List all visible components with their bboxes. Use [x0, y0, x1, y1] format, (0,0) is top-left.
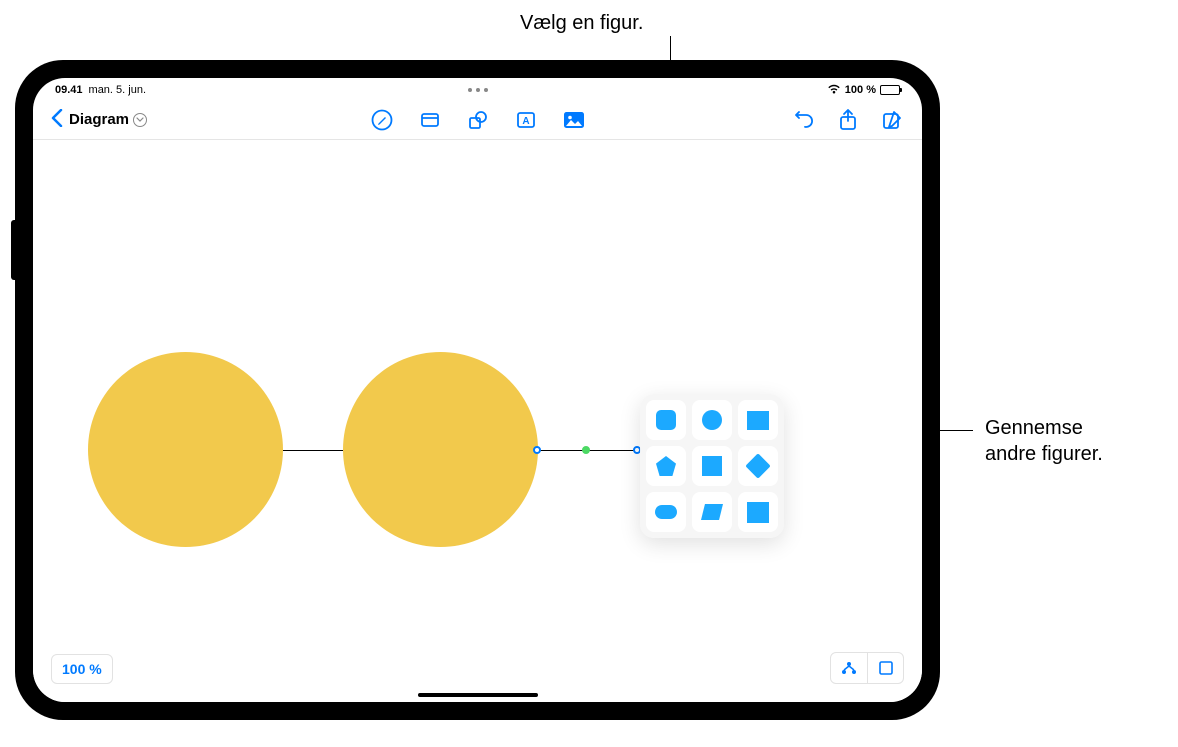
zoom-level-button[interactable]: 100 %	[51, 654, 113, 684]
canvas-shape-circle-2[interactable]	[343, 352, 538, 547]
image-tool-icon[interactable]	[562, 108, 586, 132]
connector-mid-handle[interactable]	[582, 446, 590, 454]
document-menu-chevron-icon[interactable]	[133, 113, 147, 127]
right-tools	[792, 108, 904, 132]
top-toolbar: Diagram A	[33, 100, 922, 140]
status-battery-pct: 100 %	[845, 84, 876, 96]
navigator-icon[interactable]	[831, 653, 867, 683]
home-indicator[interactable]	[418, 693, 538, 697]
shape-option-rounded-square[interactable]	[646, 400, 686, 440]
canvas[interactable]: ••• 100 %	[33, 140, 922, 702]
note-tool-icon[interactable]	[418, 108, 442, 132]
shape-option-triangle[interactable]	[738, 400, 778, 440]
share-icon[interactable]	[836, 108, 860, 132]
battery-icon	[880, 85, 900, 95]
callout-browse-shapes: Gennemse andre figurer.	[985, 415, 1103, 467]
wifi-icon	[827, 83, 841, 97]
status-date: man. 5. jun.	[89, 84, 146, 96]
svg-text:A: A	[522, 116, 529, 127]
shape-option-square[interactable]	[692, 446, 732, 486]
textbox-tool-icon[interactable]: A	[514, 108, 538, 132]
callout-right-line1: Gennemse	[985, 417, 1083, 439]
connector-line-1[interactable]	[283, 450, 343, 451]
document-title[interactable]: Diagram	[69, 111, 129, 128]
status-time: 09.41	[55, 84, 83, 96]
undo-icon[interactable]	[792, 108, 816, 132]
shape-option-pill[interactable]	[646, 492, 686, 532]
shape-tool-icon[interactable]	[466, 108, 490, 132]
callout-right-line2: andre figurer.	[985, 443, 1103, 465]
canvas-shape-circle-1[interactable]	[88, 352, 283, 547]
shape-option-more[interactable]: •••	[738, 492, 778, 532]
bottom-right-controls	[830, 652, 904, 684]
connector-start-handle[interactable]	[533, 446, 541, 454]
shape-picker-popover: •••	[640, 394, 784, 538]
callout-choose-shape: Vælg en figur.	[520, 10, 643, 36]
screen: 09.41 man. 5. jun. 100 % Diagram	[33, 78, 922, 702]
shape-option-circle[interactable]	[692, 400, 732, 440]
fit-view-icon[interactable]	[867, 653, 903, 683]
back-button[interactable]	[51, 107, 63, 133]
shape-option-parallelogram[interactable]	[692, 492, 732, 532]
multitask-indicator[interactable]	[468, 88, 488, 92]
pen-tool-icon[interactable]	[370, 108, 394, 132]
shape-option-pentagon[interactable]	[646, 446, 686, 486]
shape-option-diamond[interactable]	[738, 446, 778, 486]
ipad-frame: 09.41 man. 5. jun. 100 % Diagram	[15, 60, 940, 720]
compose-icon[interactable]	[880, 108, 904, 132]
center-tools: A	[370, 108, 586, 132]
